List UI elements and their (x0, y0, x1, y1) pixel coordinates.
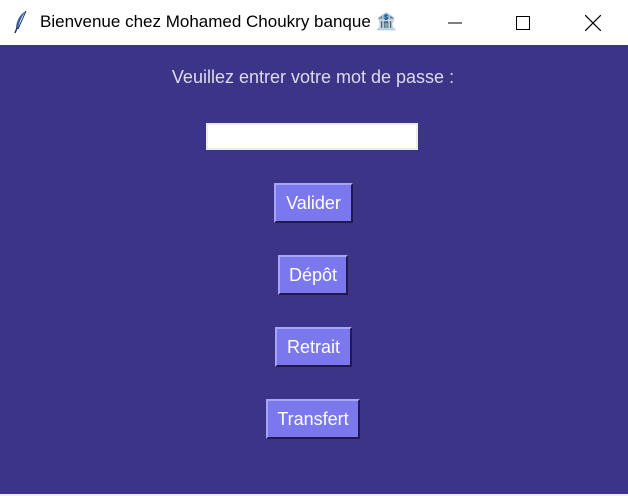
password-input[interactable] (206, 123, 418, 150)
password-prompt-label: Veuillez entrer votre mot de passe : (171, 67, 455, 87)
validate-button[interactable]: Valider (274, 183, 353, 223)
maximize-button[interactable] (488, 0, 558, 45)
withdraw-button[interactable]: Retrait (275, 327, 352, 367)
minimize-button[interactable] (420, 0, 490, 45)
main-panel: Veuillez entrer votre mot de passe : Val… (0, 45, 628, 494)
close-icon (585, 14, 601, 31)
minimize-icon (448, 22, 462, 23)
app-window: Bienvenue chez Mohamed Choukry banque 🏦 … (0, 0, 628, 496)
feather-icon (12, 10, 30, 34)
transfer-button[interactable]: Transfert (266, 399, 360, 439)
deposit-button[interactable]: Dépôt (278, 255, 348, 295)
maximize-icon (516, 15, 530, 30)
window-title: Bienvenue chez Mohamed Choukry banque 🏦 (40, 12, 397, 31)
title-bar[interactable]: Bienvenue chez Mohamed Choukry banque 🏦 (0, 0, 628, 45)
close-button[interactable] (558, 0, 628, 45)
